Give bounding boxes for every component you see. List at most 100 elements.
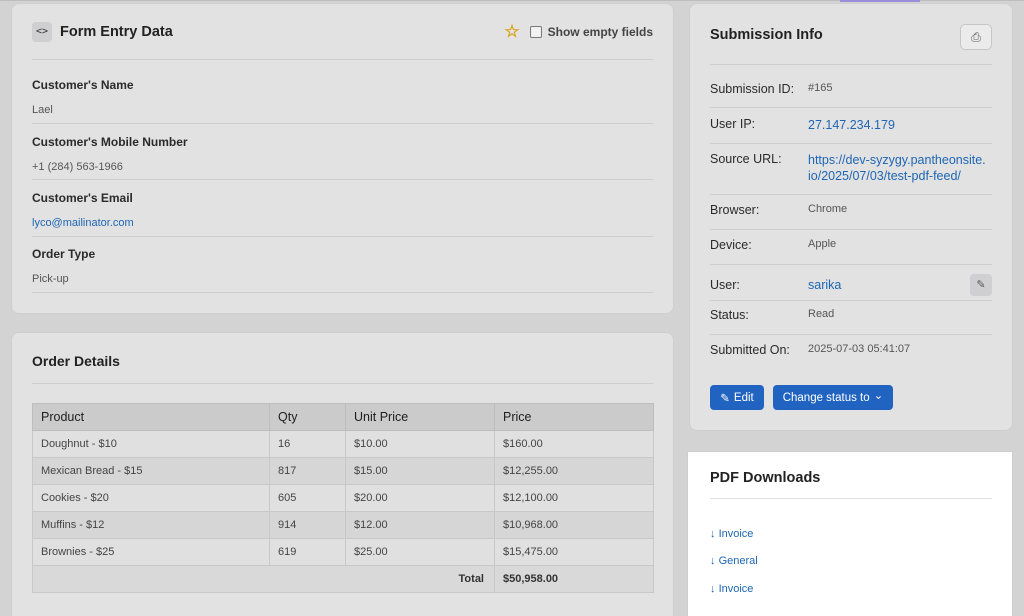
table-row: Brownies - $25 619 $25.00 $15,475.00 bbox=[32, 538, 654, 566]
label-status: Status: bbox=[710, 308, 749, 322]
order-details-card: Order Details Product Qty Unit Price Pri… bbox=[12, 333, 673, 616]
cell-unit-price: $15.00 bbox=[345, 457, 495, 485]
cell-qty: 16 bbox=[269, 430, 346, 458]
star-icon[interactable]: ☆ bbox=[504, 23, 519, 40]
row-submission-id: Submission ID: #165 bbox=[710, 82, 992, 108]
table-row: Mexican Bread - $15 817 $15.00 $12,255.0… bbox=[32, 457, 654, 485]
label-submitted-on: Submitted On: bbox=[710, 343, 790, 357]
edit-user-icon[interactable]: ✎ bbox=[970, 273, 992, 296]
order-details-title: Order Details bbox=[32, 353, 653, 384]
table-row: Cookies - $20 605 $20.00 $12,100.00 bbox=[32, 484, 654, 512]
change-status-label: Change status to bbox=[782, 391, 870, 404]
cell-price: $160.00 bbox=[494, 430, 654, 458]
show-empty-label[interactable]: Show empty fields bbox=[548, 25, 653, 39]
field-customer-email: Customer's Email lyco@mailinator.com bbox=[32, 191, 653, 237]
value-status: Read bbox=[808, 308, 835, 320]
source-url-link[interactable]: https://dev-syzygy.pantheonsite. io/2025… bbox=[808, 152, 986, 194]
header-actions: ☆ Show empty fields bbox=[504, 23, 653, 40]
print-button[interactable]: ⎙ bbox=[960, 24, 992, 50]
user-ip-link[interactable]: 27.147.234.179 bbox=[808, 117, 895, 143]
label-user-ip: User IP: bbox=[710, 117, 756, 131]
cell-qty: 914 bbox=[269, 511, 346, 539]
submission-info-card: Submission Info ⎙ Submission ID: #165 Us… bbox=[690, 4, 1012, 430]
cell-product: Muffins - $12 bbox=[32, 511, 270, 539]
cell-unit-price: $12.00 bbox=[345, 511, 495, 539]
field-label: Customer's Email bbox=[32, 191, 133, 205]
value-browser: Chrome bbox=[808, 203, 848, 215]
pencil-icon: ✎ bbox=[720, 392, 730, 405]
pdf-link-invoice-2[interactable]: ↓ Invoice bbox=[710, 583, 753, 595]
form-entry-header: <> Form Entry Data ☆ Show empty fields bbox=[32, 4, 653, 60]
pdf-downloads-card: PDF Downloads ↓ Invoice ↓ General ↓ Invo… bbox=[688, 452, 1012, 616]
cell-qty: 619 bbox=[269, 538, 346, 566]
row-device: Device: Apple bbox=[710, 238, 992, 265]
cell-qty: 817 bbox=[269, 457, 346, 485]
title-divider bbox=[710, 64, 992, 65]
cell-unit-price: $25.00 bbox=[345, 538, 495, 566]
table-row: Doughnut - $10 16 $10.00 $160.00 bbox=[32, 430, 654, 458]
pdf-link-label: Invoice bbox=[718, 528, 754, 540]
field-customer-name: Customer's Name Lael bbox=[32, 78, 653, 124]
label-device: Device: bbox=[710, 238, 752, 252]
edit-button-label: Edit bbox=[733, 391, 754, 404]
label-source-url: Source URL: bbox=[710, 152, 782, 166]
pdf-link-general[interactable]: ↓ General bbox=[710, 555, 758, 567]
value-submission-id: #165 bbox=[808, 82, 833, 94]
value-submitted-on: 2025-07-03 05:41:07 bbox=[808, 343, 911, 355]
pdf-divider bbox=[710, 498, 992, 499]
cell-price: $15,475.00 bbox=[494, 538, 654, 566]
table-row: Muffins - $12 914 $12.00 $10,968.00 bbox=[32, 511, 654, 539]
source-url-line-2: io/2025/07/03/test-pdf-feed/ bbox=[808, 169, 961, 183]
row-user-ip: User IP: 27.147.234.179 bbox=[710, 117, 992, 144]
field-label: Customer's Name bbox=[32, 78, 134, 92]
edit-button[interactable]: ✎ Edit bbox=[710, 385, 764, 410]
accent-line bbox=[840, 0, 920, 2]
cell-price: $12,255.00 bbox=[494, 457, 654, 485]
total-row: Total $50,958.00 bbox=[32, 565, 654, 593]
column-header: Price bbox=[494, 403, 654, 431]
label-user: User: bbox=[710, 277, 740, 292]
field-value: Pick-up bbox=[32, 273, 69, 285]
submission-info-title: Submission Info bbox=[710, 27, 823, 43]
row-source-url: Source URL: https://dev-syzygy.pantheons… bbox=[710, 152, 992, 195]
field-customer-mobile: Customer's Mobile Number +1 (284) 563-19… bbox=[32, 135, 653, 180]
cell-price: $10,968.00 bbox=[494, 511, 654, 539]
row-browser: Browser: Chrome bbox=[710, 203, 992, 230]
row-submitted-on: Submitted On: 2025-07-03 05:41:07 bbox=[710, 343, 992, 370]
code-icon[interactable]: <> bbox=[32, 21, 52, 42]
pdf-link-label: General bbox=[718, 555, 758, 567]
label-browser: Browser: bbox=[710, 203, 760, 217]
row-status: Status: Read bbox=[710, 308, 992, 335]
value-device: Apple bbox=[808, 238, 837, 250]
download-icon: ↓ bbox=[710, 555, 716, 567]
field-value: Lael bbox=[32, 104, 53, 116]
pdf-link-label: Invoice bbox=[718, 583, 754, 595]
total-label: Total bbox=[32, 565, 495, 593]
change-status-button[interactable]: Change status to ⌄ bbox=[773, 385, 893, 410]
row-user: User: sarika ✎ bbox=[710, 269, 992, 301]
pdf-link-invoice[interactable]: ↓ Invoice bbox=[710, 528, 753, 540]
pdf-downloads-title: PDF Downloads bbox=[710, 470, 821, 486]
form-entry-title: Form Entry Data bbox=[60, 23, 173, 40]
download-icon: ↓ bbox=[710, 528, 716, 540]
cell-product: Cookies - $20 bbox=[32, 484, 270, 512]
form-entry-card: <> Form Entry Data ☆ Show empty fields C… bbox=[12, 4, 673, 313]
field-order-type: Order Type Pick-up bbox=[32, 247, 653, 293]
cell-price: $12,100.00 bbox=[494, 484, 654, 512]
total-value: $50,958.00 bbox=[494, 565, 654, 593]
email-link[interactable]: lyco@mailinator.com bbox=[32, 217, 653, 229]
user-link[interactable]: sarika bbox=[808, 277, 841, 293]
chevron-down-icon: ⌄ bbox=[873, 390, 884, 402]
column-header: Product bbox=[32, 403, 270, 431]
cell-product: Brownies - $25 bbox=[32, 538, 270, 566]
printer-icon: ⎙ bbox=[971, 29, 981, 44]
field-value: +1 (284) 563-1966 bbox=[32, 161, 123, 173]
show-empty-checkbox[interactable] bbox=[529, 25, 542, 38]
cell-unit-price: $10.00 bbox=[345, 430, 495, 458]
order-table: Product Qty Unit Price Price Doughnut - … bbox=[32, 403, 654, 593]
column-header: Unit Price bbox=[345, 403, 495, 431]
cell-product: Mexican Bread - $15 bbox=[32, 457, 270, 485]
label-submission-id: Submission ID: bbox=[710, 82, 795, 96]
cell-unit-price: $20.00 bbox=[345, 484, 495, 512]
download-icon: ↓ bbox=[710, 583, 716, 595]
